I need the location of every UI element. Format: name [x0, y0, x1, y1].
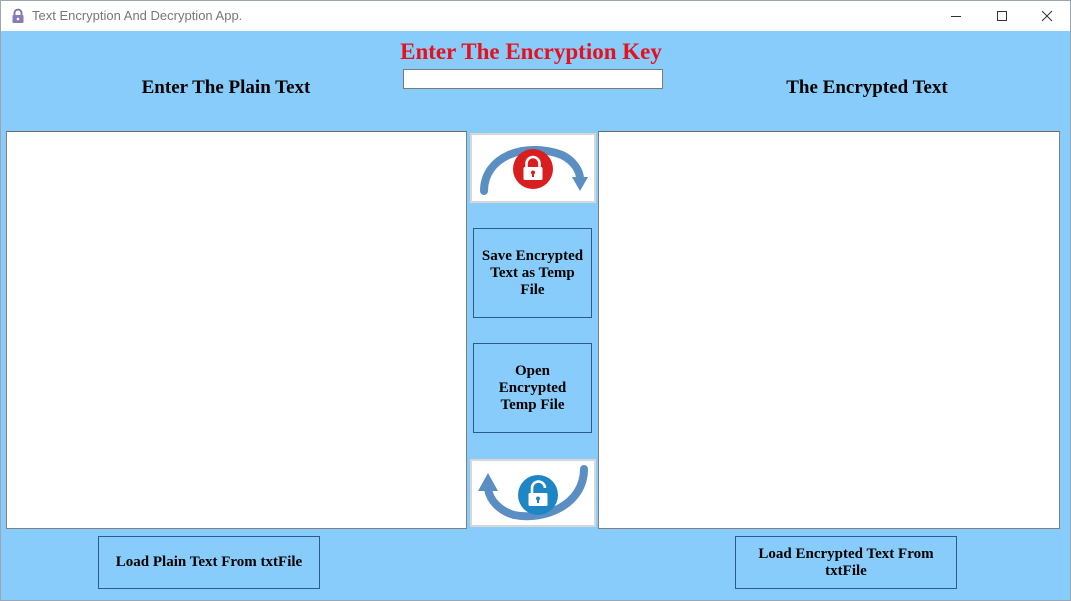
lock-open-icon — [478, 465, 588, 521]
save-encrypted-temp-file-button[interactable]: Save Encrypted Text as Temp File — [473, 228, 592, 318]
maximize-button[interactable] — [979, 1, 1025, 31]
load-encrypted-text-button[interactable]: Load Encrypted Text From txtFile — [735, 536, 957, 589]
minimize-icon — [951, 16, 961, 17]
padlock-app-icon — [12, 8, 24, 23]
encryption-key-input[interactable] — [403, 69, 663, 89]
window-title: Text Encryption And Decryption App. — [32, 8, 243, 23]
lock-closed-icon — [480, 145, 588, 195]
plain-text-heading: Enter The Plain Text — [141, 77, 311, 98]
decrypt-button[interactable] — [470, 459, 596, 527]
load-plain-text-button[interactable]: Load Plain Text From txtFile — [98, 536, 320, 589]
close-icon — [1041, 10, 1053, 22]
app-window: Text Encryption And Decryption App. Ente… — [0, 0, 1071, 601]
encrypted-text-heading: The Encrypted Text — [786, 77, 948, 98]
open-encrypted-temp-file-button[interactable]: Open Encrypted Temp File — [473, 343, 592, 433]
encrypted-text-area[interactable] — [598, 131, 1060, 529]
minimize-button[interactable] — [933, 1, 979, 31]
encrypt-button[interactable] — [470, 133, 596, 203]
title-bar: Text Encryption And Decryption App. — [1, 1, 1070, 31]
maximize-icon — [997, 11, 1007, 21]
plain-text-area[interactable] — [6, 131, 467, 529]
close-button[interactable] — [1024, 1, 1070, 31]
encryption-key-title: Enter The Encryption Key — [400, 39, 662, 64]
